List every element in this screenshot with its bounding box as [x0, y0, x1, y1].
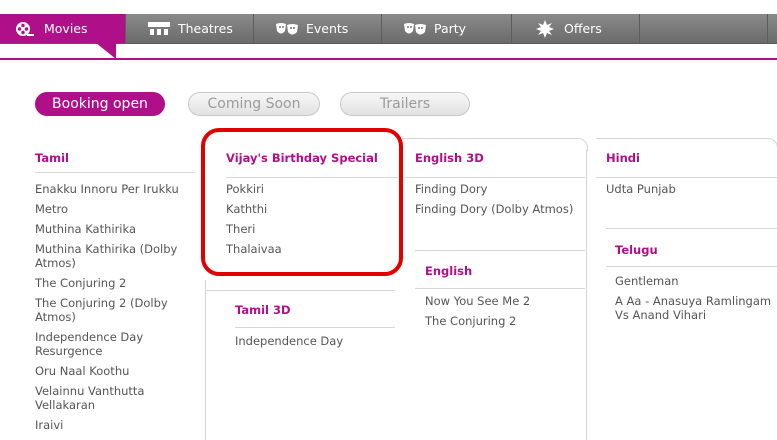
nav-tab-label: Movies — [44, 21, 88, 36]
nav-tab-events[interactable]: Events — [254, 14, 382, 43]
column-divider — [205, 280, 206, 440]
movie-link[interactable]: The Conjuring 2 — [425, 314, 585, 328]
movie-link[interactable]: Gentleman — [615, 274, 775, 288]
category-divider — [35, 172, 195, 173]
movie-list-tamil-3d: Independence Day — [235, 334, 395, 354]
booking-open-button[interactable]: Booking open — [35, 92, 165, 116]
movie-link[interactable]: Now You See Me 2 — [425, 294, 585, 308]
column-divider — [586, 150, 587, 440]
movie-list-english: Now You See Me 2 The Conjuring 2 — [425, 294, 585, 334]
category-divider — [415, 288, 585, 289]
movie-link[interactable]: Independence Day — [235, 334, 395, 348]
nav-tab-label: Theatres — [178, 21, 233, 36]
movie-link[interactable]: Muthina Kathirika — [35, 222, 185, 236]
category-title-hindi: Hindi — [606, 151, 640, 165]
category-title-english: English — [425, 264, 473, 278]
movie-link[interactable]: Finding Dory — [415, 182, 580, 196]
tab-top-border — [596, 138, 766, 139]
nav-tab-party[interactable]: Party — [382, 14, 512, 43]
movie-link[interactable]: Independence Day Resurgence — [35, 330, 185, 358]
tab-corner — [575, 138, 588, 151]
movie-link[interactable]: Enakku Innoru Per Irukku — [35, 182, 185, 196]
category-title-telugu: Telugu — [615, 243, 658, 257]
top-strip — [0, 0, 777, 14]
movie-link[interactable]: A Aa - Anasuya Ramlingam Vs Anand Vihari — [615, 294, 775, 322]
movie-link[interactable]: Metro — [35, 202, 185, 216]
nav-tab-theatres[interactable]: Theatres — [126, 14, 254, 43]
masks-icon — [274, 20, 300, 38]
movie-link[interactable]: Oru Naal Koothu — [35, 364, 185, 378]
nav-underline — [0, 58, 777, 60]
category-title-tamil-3d: Tamil 3D — [235, 303, 291, 317]
tab-top-border — [606, 228, 777, 229]
nav-tab-offers[interactable]: Offers — [512, 14, 640, 43]
movie-link[interactable]: Velainnu Vanthutta Vellakaran — [35, 384, 185, 412]
movie-list-tamil: Enakku Innoru Per Irukku Metro Muthina K… — [35, 182, 185, 438]
movie-list-hindi: Udta Punjab — [606, 182, 771, 202]
masks-icon — [402, 20, 428, 38]
nav-tab-movies[interactable]: Movies — [0, 14, 126, 43]
nav-tab-label: Party — [434, 21, 467, 36]
starburst-icon — [532, 19, 558, 38]
movie-list-telugu: Gentleman A Aa - Anasuya Ramlingam Vs An… — [615, 274, 775, 328]
category-title-english-3d: English 3D — [415, 151, 484, 165]
movie-link[interactable]: Muthina Kathirika (Dolby Atmos) — [35, 242, 185, 270]
category-divider — [596, 177, 777, 178]
nav-tab-label: Offers — [564, 21, 602, 36]
trailers-button[interactable]: Trailers — [340, 92, 470, 116]
category-divider — [405, 177, 585, 178]
tab-top-border — [415, 250, 585, 251]
movie-link[interactable]: Udta Punjab — [606, 182, 771, 196]
tab-top-border — [205, 290, 395, 291]
highlight-box — [201, 128, 403, 276]
nav-tab-label: Events — [306, 21, 349, 36]
active-tab-pointer — [96, 43, 116, 59]
movie-link[interactable]: The Conjuring 2 (Dolby Atmos) — [35, 296, 185, 324]
movie-link[interactable]: Iraivi — [35, 418, 185, 432]
movie-list-english-3d: Finding Dory Finding Dory (Dolby Atmos) — [415, 182, 580, 222]
coming-soon-button[interactable]: Coming Soon — [188, 92, 320, 116]
category-title-tamil: Tamil — [35, 151, 69, 165]
category-divider — [606, 266, 777, 267]
movie-link[interactable]: The Conjuring 2 — [35, 276, 185, 290]
tab-top-border — [402, 138, 576, 139]
nav-tab-empty — [640, 14, 768, 43]
theatre-seats-icon — [146, 20, 172, 38]
movie-link[interactable]: Finding Dory (Dolby Atmos) — [415, 202, 580, 216]
film-reel-icon — [12, 20, 38, 38]
category-divider — [235, 327, 395, 328]
tab-corner — [765, 138, 777, 151]
